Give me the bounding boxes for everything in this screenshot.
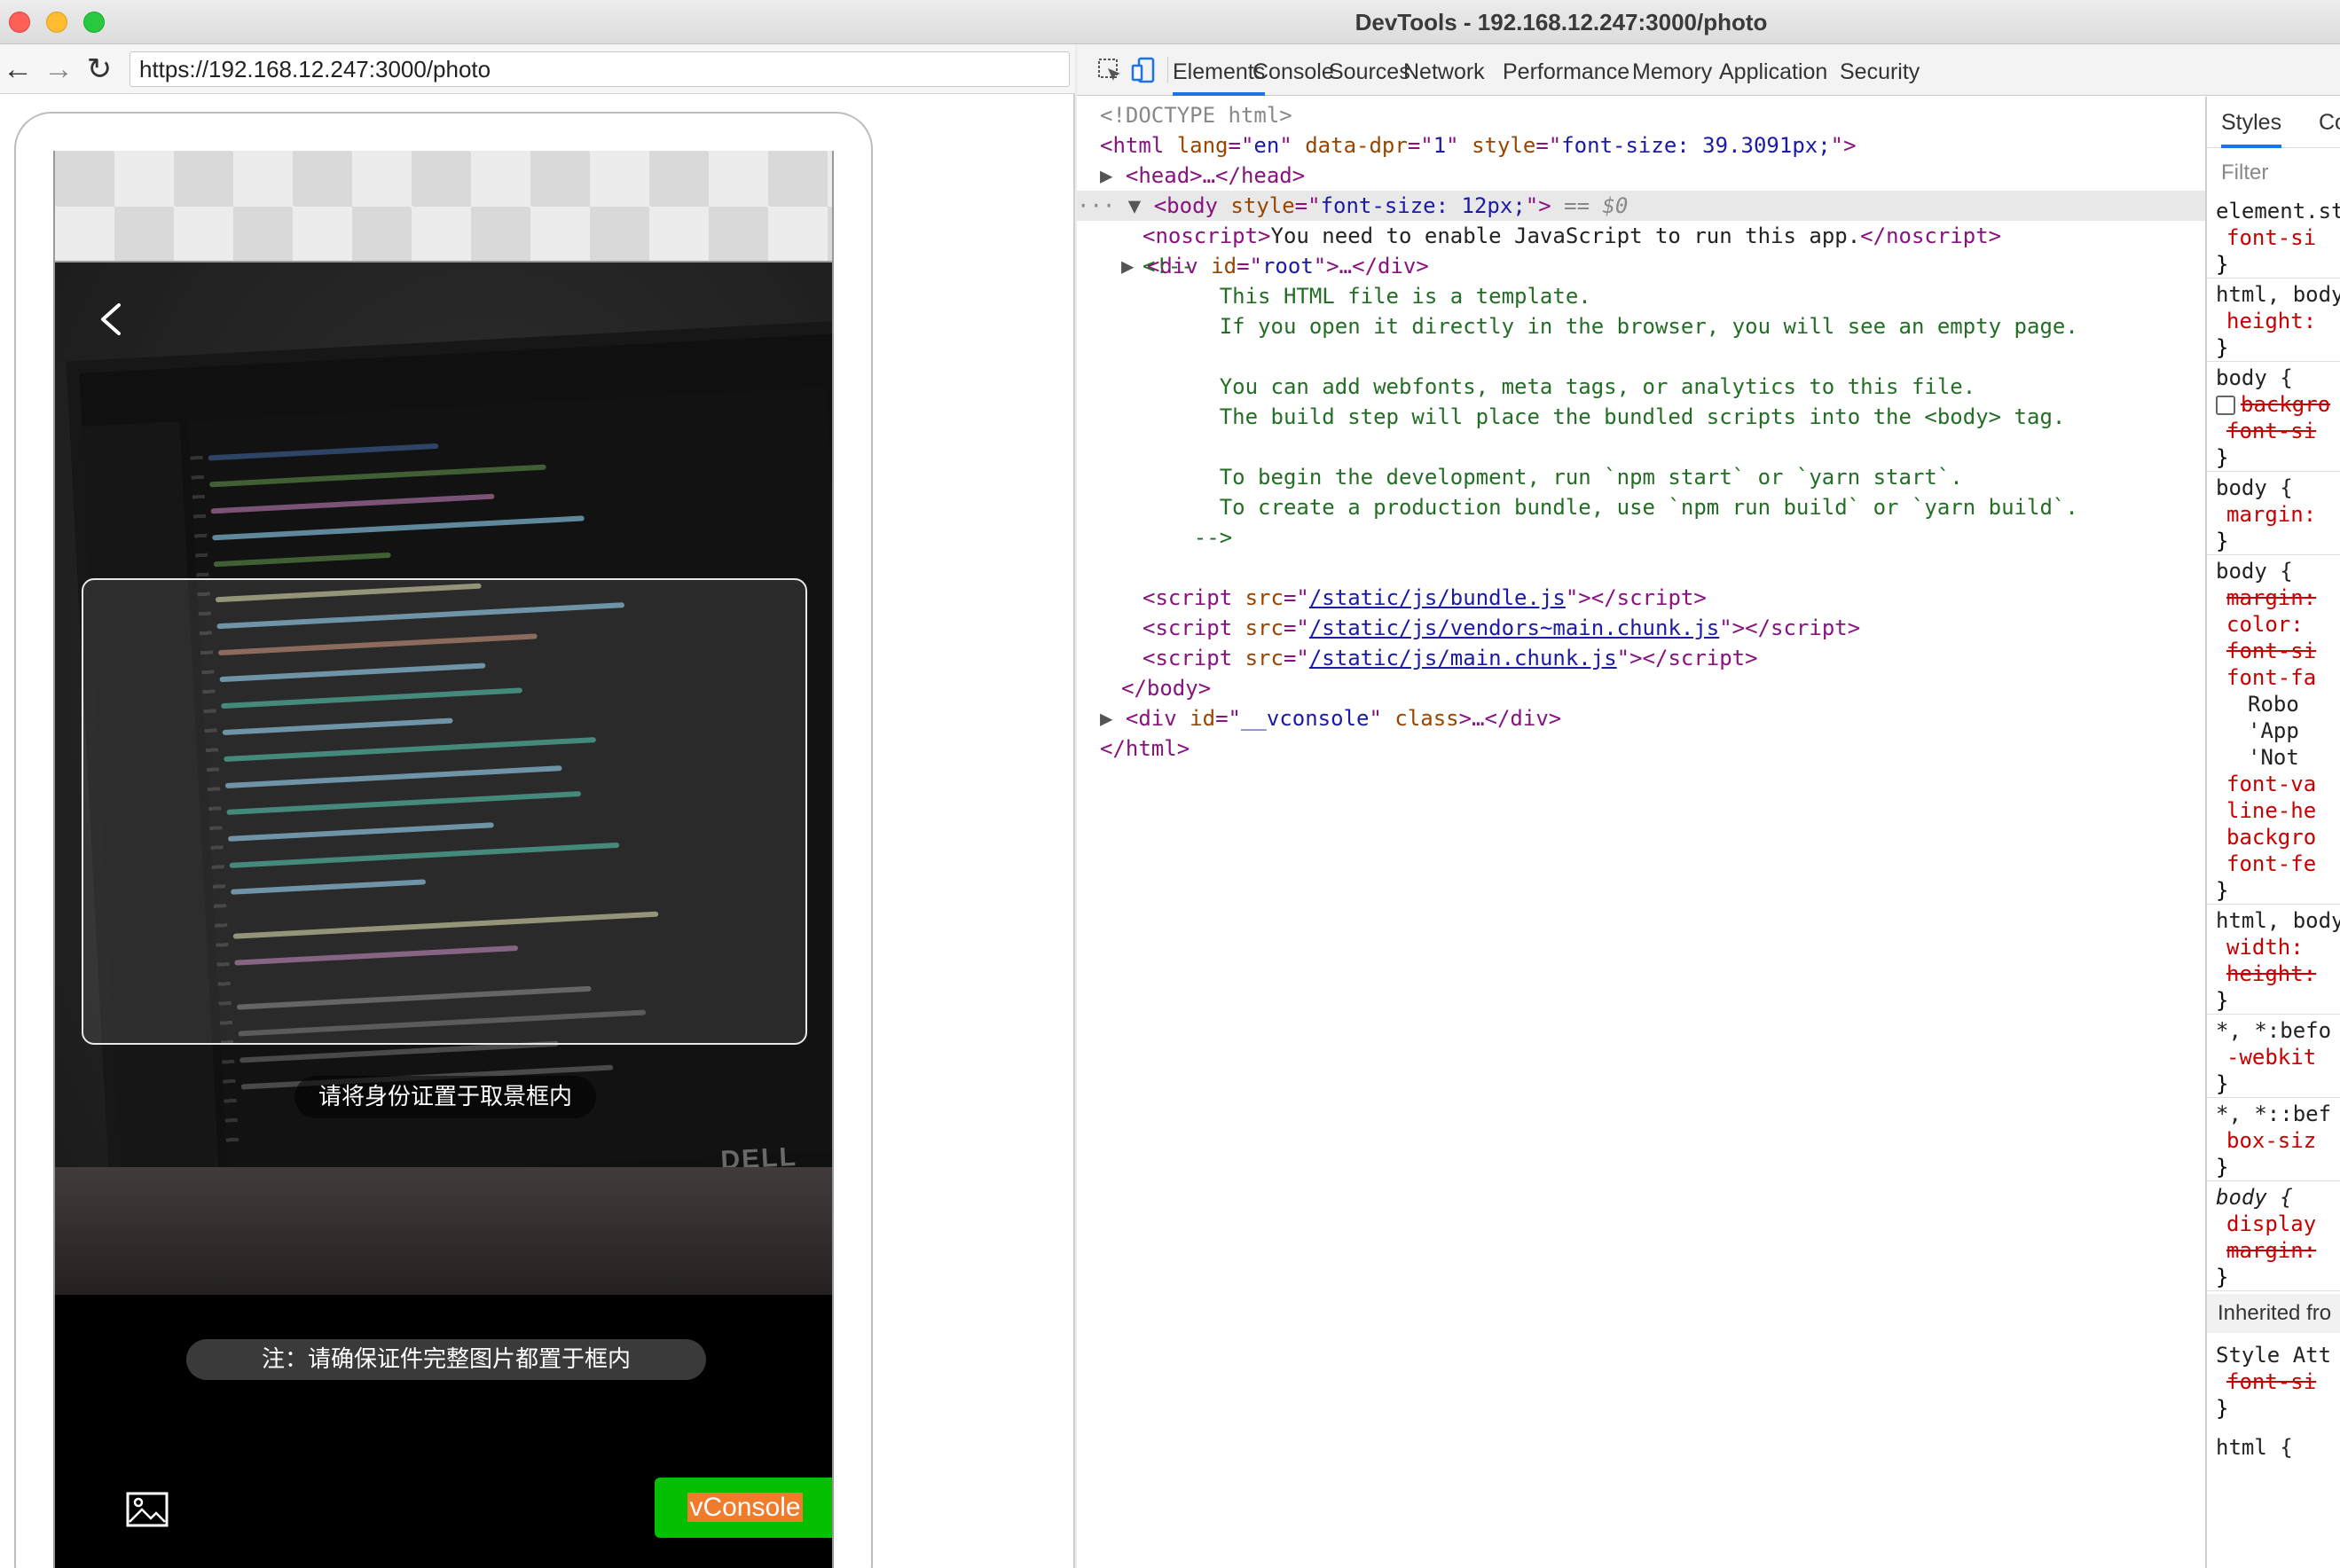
styles-pane: Styles Co Filter element.stfont-si}html,… bbox=[2205, 97, 2340, 1568]
tab-computed[interactable]: Co bbox=[2319, 97, 2340, 148]
style-property[interactable]: color: bbox=[2226, 611, 2304, 638]
inspect-element-icon[interactable] bbox=[1096, 57, 1123, 83]
comment-line: If you open it directly in the browser, … bbox=[1143, 314, 2078, 339]
style-property[interactable]: font-si bbox=[2226, 1368, 2316, 1395]
style-attribute-selector[interactable]: Style Att bbox=[2216, 1342, 2331, 1368]
device-toolbar-icon[interactable] bbox=[1130, 57, 1157, 83]
capture-hint: 请将身份证置于取景框内 bbox=[294, 1076, 596, 1118]
camera-preview: DELL 请将身份证置于取景框内 bbox=[55, 263, 832, 1295]
elements-tree[interactable]: <!DOCTYPE html> <html lang="en" data-dpr… bbox=[1077, 97, 2205, 1568]
style-property[interactable]: backgro bbox=[2226, 824, 2316, 851]
comment-line: This HTML file is a template. bbox=[1143, 284, 1591, 309]
id-card-capture-frame bbox=[82, 578, 807, 1045]
url-input[interactable]: https://192.168.12.247:3000/photo bbox=[130, 51, 1070, 87]
style-property[interactable]: font-fe bbox=[2226, 851, 2316, 877]
dom-doctype[interactable]: <!DOCTYPE html> bbox=[1100, 100, 1292, 130]
style-property[interactable]: -webkit bbox=[2226, 1044, 2316, 1070]
dom-script-bundle[interactable]: <script src="/static/js/bundle.js"></scr… bbox=[1143, 583, 1707, 613]
window-minimize-button[interactable] bbox=[46, 12, 67, 33]
style-rule-selector[interactable]: body { bbox=[2216, 365, 2293, 391]
expand-triangle-icon[interactable]: ▶ bbox=[1100, 163, 1126, 188]
devtools-panel: Elements Console Sources Network Performance… bbox=[1077, 44, 2340, 1568]
device-frame: DELL 请将身份证置于取景框内 注：请确保证件完整图片都置于框内 vConso… bbox=[14, 112, 873, 1568]
dom-script-vendors[interactable]: <script src="/static/js/vendors~main.chu… bbox=[1143, 613, 1860, 643]
tab-security[interactable]: Security bbox=[1840, 44, 1920, 96]
tab-styles[interactable]: Styles bbox=[2221, 97, 2282, 148]
tab-console[interactable]: Console bbox=[1252, 44, 1334, 96]
collapse-triangle-icon[interactable]: ▼ bbox=[1115, 193, 1153, 218]
tab-elements[interactable]: Elements bbox=[1173, 44, 1266, 96]
window-titlebar: DevTools - 192.168.12.247:3000/photo bbox=[0, 0, 2340, 44]
dom-body-node-selected[interactable]: ··· ▼ <body style="font-size: 12px;"> ==… bbox=[1077, 191, 2205, 221]
tab-performance[interactable]: Performance bbox=[1503, 44, 1629, 96]
style-rule-selector[interactable]: body { bbox=[2216, 474, 2293, 501]
back-chevron-icon[interactable] bbox=[94, 302, 130, 337]
vconsole-button[interactable]: vConsole bbox=[655, 1478, 832, 1538]
dom-html-open[interactable]: <html lang="en" data-dpr="1" style="font… bbox=[1100, 130, 1857, 161]
back-arrow-icon[interactable]: ← bbox=[0, 51, 35, 87]
style-property[interactable]: font-fa bbox=[2226, 664, 2316, 691]
address-bar: ← → ↻ https://192.168.12.247:3000/photo bbox=[0, 44, 1075, 94]
dom-vconsole-div[interactable]: ▶ <div id="__vconsole" class>…</div> bbox=[1100, 703, 1561, 733]
reload-icon[interactable]: ↻ bbox=[82, 51, 117, 87]
comment-line: You can add webfonts, meta tags, or anal… bbox=[1143, 374, 1976, 399]
style-rule-selector[interactable]: *, *::bef bbox=[2216, 1101, 2331, 1127]
style-property[interactable]: font-si bbox=[2226, 638, 2316, 664]
tab-sources[interactable]: Sources bbox=[1329, 44, 1410, 96]
gallery-image-icon[interactable] bbox=[126, 1492, 169, 1527]
style-property[interactable]: 'App bbox=[2248, 717, 2299, 744]
dom-script-main[interactable]: <script src="/static/js/main.chunk.js"><… bbox=[1143, 643, 1758, 673]
devtools-toolbar: Elements Console Sources Network Performance… bbox=[1077, 44, 2340, 96]
window-title: DevTools - 192.168.12.247:3000/photo bbox=[1355, 9, 1768, 35]
capture-note: 注：请确保证件完整图片都置于框内 bbox=[186, 1339, 706, 1380]
style-property[interactable]: font-va bbox=[2226, 771, 2316, 797]
property-checkbox[interactable] bbox=[2216, 396, 2235, 415]
style-property[interactable]: height: bbox=[2226, 308, 2316, 334]
comment-line: To begin the development, run `npm start… bbox=[1143, 465, 1963, 490]
expand-triangle-icon[interactable]: ▶ bbox=[1100, 706, 1126, 731]
style-property[interactable]: display bbox=[2226, 1211, 2316, 1237]
style-property[interactable]: box-siz bbox=[2226, 1127, 2316, 1154]
forward-arrow-icon[interactable]: → bbox=[41, 51, 76, 87]
style-rule-selector[interactable]: body { bbox=[2216, 1184, 2293, 1211]
styles-tabs: Styles Co bbox=[2207, 97, 2340, 148]
style-property[interactable]: line-he bbox=[2226, 797, 2316, 824]
style-rule-selector[interactable]: element.st bbox=[2216, 198, 2340, 224]
phone-screen: DELL 请将身份证置于取景框内 注：请确保证件完整图片都置于框内 vConso… bbox=[53, 151, 834, 1568]
window-maximize-button[interactable] bbox=[83, 12, 105, 33]
style-rule-selector[interactable]: body { bbox=[2216, 558, 2293, 584]
style-property[interactable]: Robo bbox=[2248, 691, 2299, 717]
style-property[interactable]: margin: bbox=[2226, 584, 2316, 611]
styles-filter-input[interactable]: Filter bbox=[2221, 161, 2268, 185]
dom-noscript[interactable]: <noscript>You need to enable JavaScript … bbox=[1143, 221, 2001, 251]
style-rule-selector[interactable]: html { bbox=[2216, 1434, 2293, 1461]
style-property[interactable]: font-si bbox=[2226, 224, 2316, 251]
style-property[interactable]: width: bbox=[2226, 934, 2304, 960]
page-viewport: ← → ↻ https://192.168.12.247:3000/photo bbox=[0, 44, 1075, 1568]
tab-network[interactable]: Network bbox=[1403, 44, 1485, 96]
window-close-button[interactable] bbox=[9, 12, 30, 33]
comment-line: To create a production bundle, use `npm … bbox=[1143, 495, 2078, 520]
dom-html-close[interactable]: </html> bbox=[1100, 733, 1190, 764]
style-property[interactable]: height: bbox=[2226, 960, 2316, 987]
style-property[interactable]: 'Not bbox=[2248, 744, 2299, 771]
dom-body-close[interactable]: </body> bbox=[1121, 673, 1211, 703]
dom-head-node[interactable]: ▶ <head>…</head> bbox=[1100, 161, 1305, 191]
comment-line: --> bbox=[1143, 525, 1233, 550]
comment-line: The build step will place the bundled sc… bbox=[1143, 404, 2066, 429]
tab-memory[interactable]: Memory bbox=[1632, 44, 1712, 96]
tab-application[interactable]: Application bbox=[1719, 44, 1827, 96]
style-property[interactable]: backgro bbox=[2216, 391, 2330, 418]
style-property[interactable]: margin: bbox=[2226, 1237, 2316, 1264]
transparent-area bbox=[55, 151, 832, 263]
style-property[interactable]: margin: bbox=[2226, 501, 2316, 528]
style-rule-selector[interactable]: *, *:befo bbox=[2216, 1017, 2331, 1044]
style-rule-selector[interactable]: html, body bbox=[2216, 907, 2340, 934]
style-property[interactable]: font-si bbox=[2226, 418, 2316, 444]
inherited-from-header: Inherited fro bbox=[2207, 1294, 2340, 1333]
style-rule-selector[interactable]: html, body bbox=[2216, 281, 2340, 308]
comment-line: <!-- bbox=[1143, 254, 1194, 278]
